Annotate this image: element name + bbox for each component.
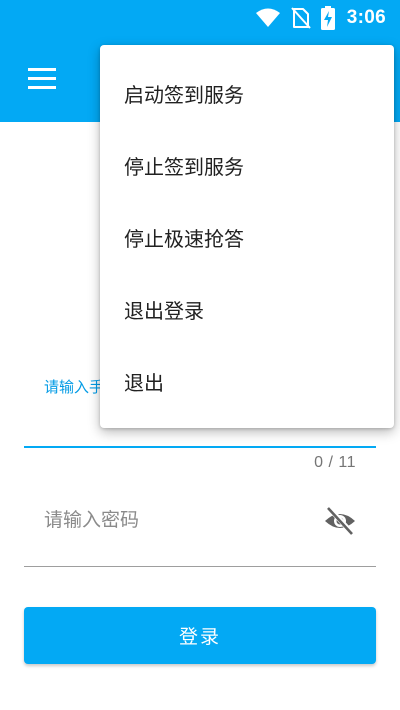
battery-charging-icon (320, 6, 335, 30)
menu-item-stop-quick-answer[interactable]: 停止极速抢答 (100, 201, 394, 273)
password-field-underline (24, 566, 376, 567)
status-icons: 3:06 (255, 6, 386, 30)
menu-item-start-checkin-service[interactable]: 启动签到服务 (100, 57, 394, 129)
phone-field-underline[interactable] (24, 446, 376, 448)
eye-off-icon[interactable] (322, 505, 358, 537)
password-input[interactable] (34, 498, 324, 542)
menu-item-stop-checkin-service[interactable]: 停止签到服务 (100, 129, 394, 201)
login-button[interactable]: 登录 (24, 607, 376, 664)
menu-item-logout[interactable]: 退出登录 (100, 273, 394, 345)
login-screen: 3:06 请输入手 0 / 11 登录 启动签到服务 停止签到服务 停止极速抢答… (0, 0, 400, 710)
no-sim-icon (291, 7, 311, 29)
phone-field-label: 请输入手 (44, 378, 105, 396)
overflow-menu: 启动签到服务 停止签到服务 停止极速抢答 退出登录 退出 (100, 45, 394, 428)
wifi-icon (255, 8, 280, 27)
status-bar: 3:06 (0, 0, 400, 36)
status-time: 3:06 (346, 7, 386, 28)
hamburger-menu-icon[interactable] (26, 66, 58, 92)
menu-item-exit[interactable]: 退出 (100, 345, 394, 417)
phone-character-counter: 0 / 11 (314, 454, 356, 471)
